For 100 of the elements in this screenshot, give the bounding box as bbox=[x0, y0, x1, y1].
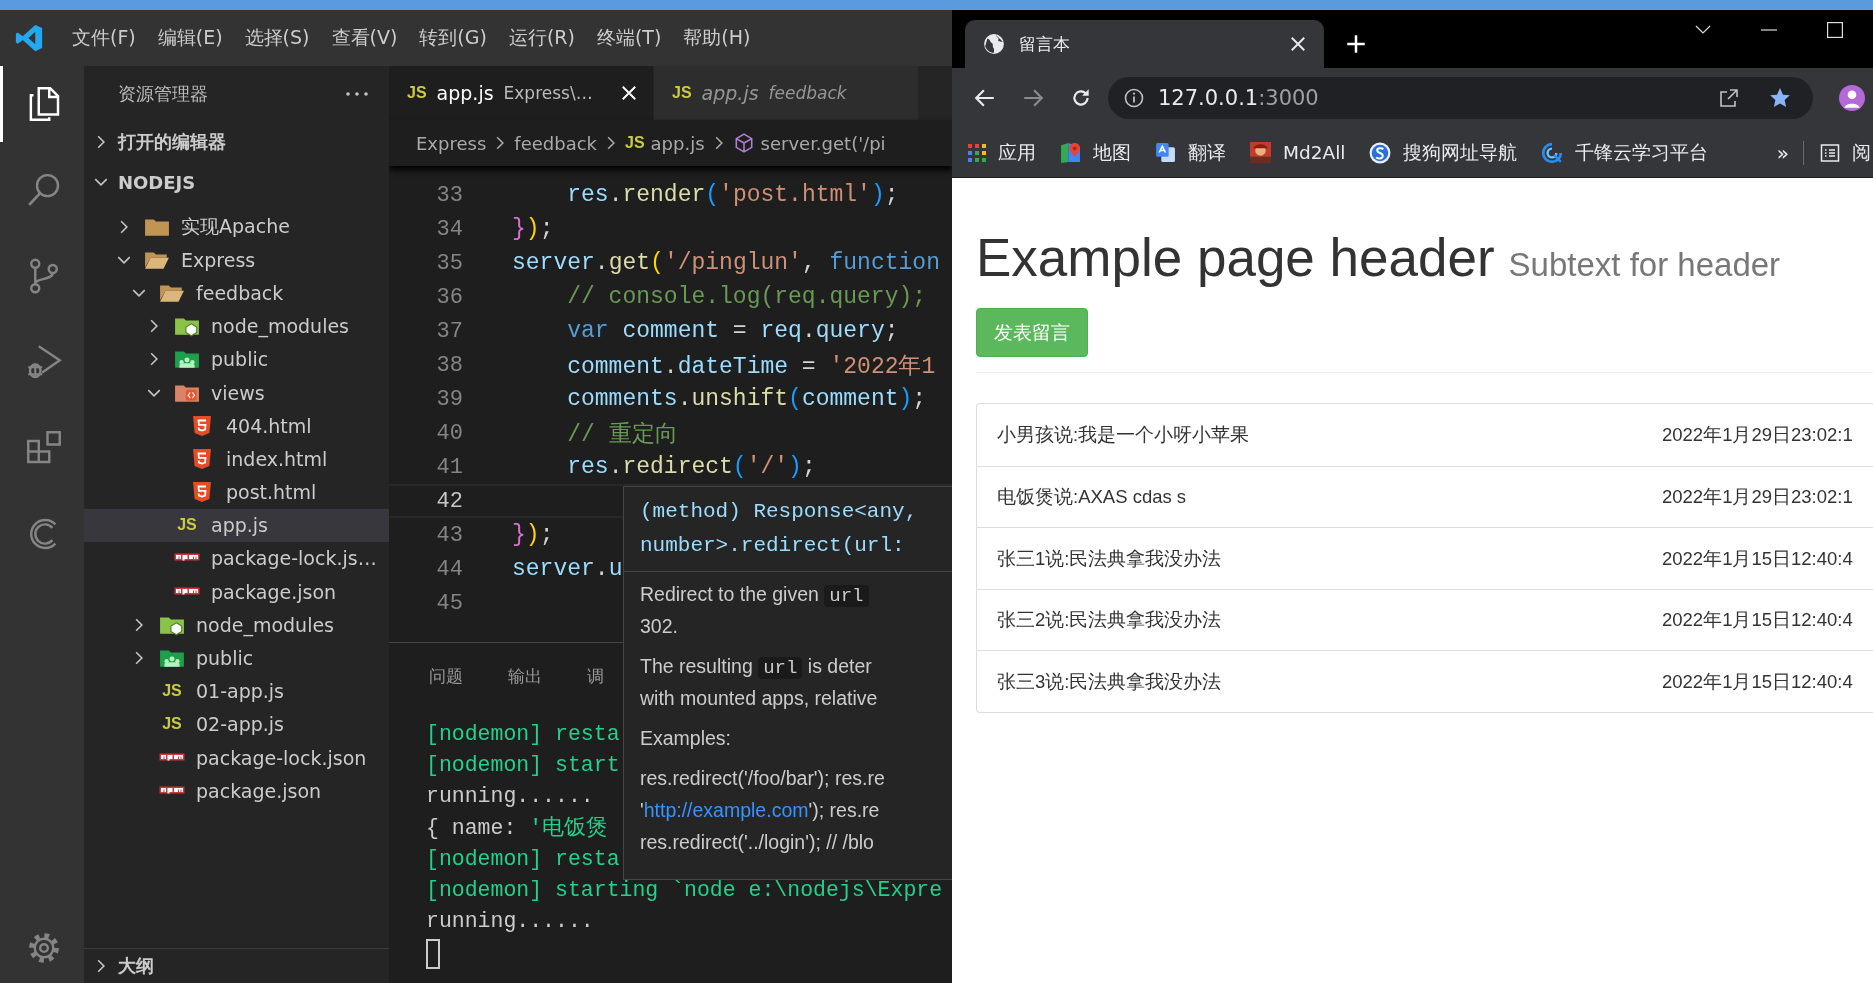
chevron-icon bbox=[496, 136, 505, 150]
globe-icon bbox=[983, 33, 1005, 55]
doc-text: with mounted apps, relative bbox=[640, 686, 879, 711]
section-header[interactable]: 大纲 bbox=[84, 948, 389, 983]
panel-tab[interactable]: 问题 bbox=[429, 664, 463, 688]
breadcrumb-item[interactable]: feedback bbox=[514, 132, 597, 154]
html-file-icon bbox=[192, 414, 212, 437]
share-icon[interactable] bbox=[1719, 88, 1739, 108]
code-line: comments.unshift(comment); bbox=[566, 386, 927, 412]
comment-text: 张三2说:民法典拿我没办法 bbox=[997, 608, 1223, 633]
tree-item[interactable]: package.json bbox=[84, 575, 389, 609]
menu-item[interactable]: 查看(V) bbox=[331, 25, 398, 51]
menu-item[interactable]: 帮助(H) bbox=[683, 25, 751, 51]
tree-item[interactable]: JS app.js bbox=[84, 508, 389, 542]
map-pin-icon bbox=[1060, 142, 1081, 163]
maximize-icon[interactable] bbox=[1827, 22, 1843, 38]
browser-tab[interactable]: 留言本 bbox=[965, 20, 1324, 68]
tree-item[interactable]: index.html bbox=[84, 442, 389, 476]
tree-item[interactable]: 404.html bbox=[84, 409, 389, 443]
grid-icon bbox=[968, 143, 986, 162]
tree-item[interactable]: JS 02-app.js bbox=[84, 707, 389, 741]
menu-item[interactable]: 转到(G) bbox=[419, 25, 487, 51]
panel-tab[interactable]: 输出 bbox=[508, 664, 542, 688]
section-header[interactable]: 打开的编辑器 bbox=[84, 122, 389, 162]
signature-text: number>.redirect(url: bbox=[640, 533, 906, 559]
tree-item[interactable]: node_modules bbox=[84, 608, 389, 642]
menu-item[interactable]: 终端(T) bbox=[596, 25, 662, 51]
line-number: 42 bbox=[435, 488, 463, 514]
tree-item[interactable]: feedback bbox=[84, 276, 389, 310]
doc-text: 302. bbox=[640, 614, 679, 639]
npm-file-icon bbox=[174, 553, 200, 564]
line-number: 44 bbox=[435, 556, 463, 582]
menu-item[interactable]: 选择(S) bbox=[244, 25, 310, 51]
tree-item[interactable]: public bbox=[84, 641, 389, 675]
more-bookmarks-button[interactable]: » bbox=[1776, 140, 1789, 165]
html-file-icon bbox=[192, 447, 212, 470]
bookmark-item[interactable]: 翻译 bbox=[1155, 140, 1226, 165]
doc-text: Redirect to the given url bbox=[640, 578, 952, 610]
panel-tab[interactable]: 调 bbox=[587, 664, 604, 688]
close-icon[interactable] bbox=[1288, 34, 1308, 54]
bookmark-item[interactable]: 地图 bbox=[1060, 140, 1131, 165]
comment-time: 2022年1月15日12:40:4 bbox=[1662, 546, 1854, 571]
tree-item[interactable]: post.html bbox=[84, 475, 389, 509]
breadcrumb-item[interactable]: Express bbox=[416, 132, 487, 154]
tree-item[interactable]: public bbox=[84, 342, 389, 376]
tree-item[interactable]: Express bbox=[84, 243, 389, 277]
bookmark-item[interactable]: 千锋云学习平台 bbox=[1541, 140, 1709, 165]
breadcrumb-item[interactable]: server.get('/pi bbox=[760, 132, 886, 154]
star-icon[interactable] bbox=[1769, 87, 1791, 109]
code-line: // 重定向 bbox=[566, 420, 678, 449]
signature-text: (method) Response<any, bbox=[640, 499, 919, 525]
editor-tab[interactable]: JS app.js feedback bbox=[654, 66, 919, 120]
bookmark-item[interactable]: 搜狗网址导航 bbox=[1369, 140, 1518, 165]
doc-text: Examples: bbox=[640, 726, 733, 751]
tree-item[interactable]: views bbox=[84, 375, 389, 410]
line-number: 37 bbox=[435, 318, 463, 344]
tab-description: Express\… bbox=[503, 83, 593, 103]
bookmark-item[interactable]: 应用 bbox=[968, 140, 1036, 165]
tree-item[interactable]: package.json bbox=[84, 774, 389, 808]
menu-item[interactable]: 编辑(E) bbox=[157, 25, 223, 51]
breadcrumb-item[interactable]: app.js bbox=[650, 132, 705, 154]
line-number: 38 bbox=[435, 352, 463, 378]
comment-time: 2022年1月29日23:02:1 bbox=[1662, 423, 1854, 448]
section-header[interactable]: NODEJS bbox=[84, 162, 389, 202]
js-file-icon: JS bbox=[672, 84, 692, 102]
avatar-icon[interactable] bbox=[1839, 85, 1865, 111]
code-line: }); bbox=[512, 522, 554, 548]
menu-item[interactable]: 运行(R) bbox=[508, 25, 575, 51]
line-number: 33 bbox=[435, 182, 463, 208]
tab-search-icon[interactable] bbox=[1695, 25, 1711, 35]
comment-text: 张三3说:民法典拿我没办法 bbox=[997, 669, 1223, 694]
npm-file-icon bbox=[174, 586, 200, 597]
tree-item[interactable]: package-lock.js… bbox=[84, 541, 389, 576]
back-icon[interactable] bbox=[974, 87, 996, 109]
npm-file-icon bbox=[159, 752, 185, 763]
terminal-line: [nodemon] starting `node e:\nodejs\Expre bbox=[426, 876, 943, 904]
folder-icon bbox=[159, 647, 185, 670]
doc-text: res.redirect('../login'); // /blo bbox=[640, 830, 875, 855]
terminal-line: running...... bbox=[426, 783, 594, 811]
tree-item[interactable]: package-lock.json bbox=[84, 741, 389, 775]
info-icon[interactable] bbox=[1124, 88, 1144, 108]
code-line: res.render('post.html'); bbox=[566, 182, 899, 208]
js-file-icon: JS bbox=[407, 84, 427, 102]
address-field[interactable]: 127.0.0.1:3000 bbox=[1108, 77, 1813, 119]
reading-list-button[interactable]: 阅 bbox=[1820, 140, 1871, 165]
code-line: server.u bbox=[512, 556, 623, 582]
line-number: 34 bbox=[435, 216, 463, 242]
link[interactable]: http://example.com bbox=[643, 799, 809, 821]
editor-tab[interactable]: JS app.js Express\… bbox=[389, 66, 654, 120]
more-icon[interactable] bbox=[345, 90, 369, 98]
new-tab-icon[interactable] bbox=[1346, 34, 1366, 54]
tree-item[interactable]: node_modules bbox=[84, 309, 389, 343]
terminal-line: [nodemon] resta bbox=[426, 845, 620, 873]
reload-icon[interactable] bbox=[1070, 87, 1092, 109]
forward-icon[interactable] bbox=[1022, 87, 1044, 109]
close-icon[interactable] bbox=[619, 83, 639, 103]
bookmark-item[interactable]: Md2All bbox=[1250, 142, 1346, 163]
tree-item[interactable]: 实现Apache bbox=[84, 210, 389, 244]
tree-item[interactable]: JS 01-app.js bbox=[84, 674, 389, 708]
menu-item[interactable]: 文件(F) bbox=[72, 25, 136, 51]
